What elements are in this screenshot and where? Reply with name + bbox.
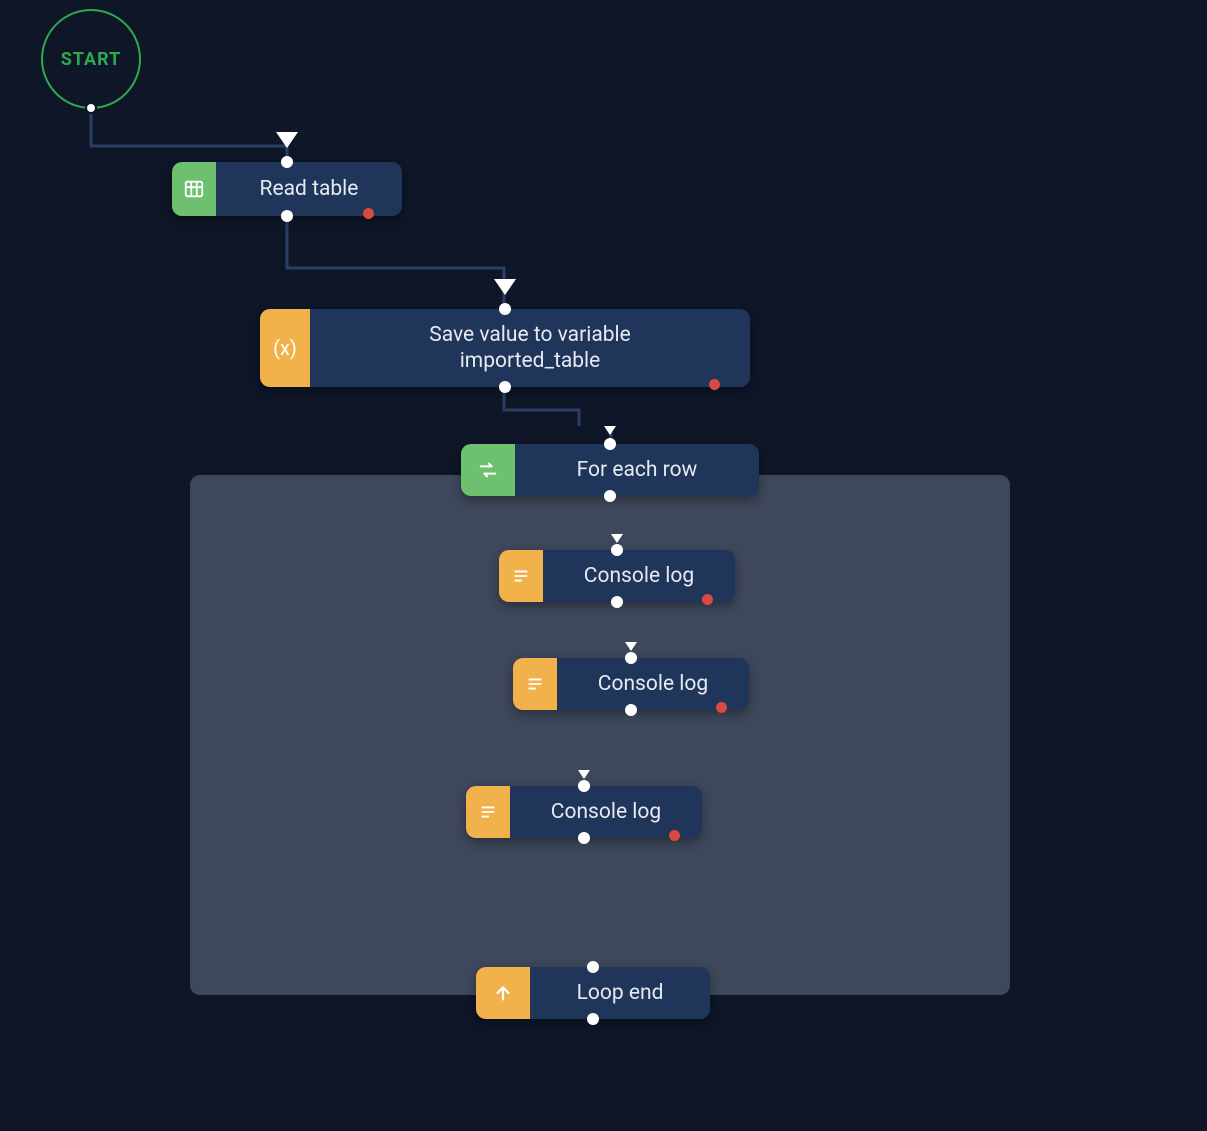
port-in[interactable]: [499, 303, 511, 315]
port-in[interactable]: [578, 780, 590, 792]
breakpoint-dot[interactable]: [363, 208, 374, 219]
port-out[interactable]: [587, 1013, 599, 1025]
node-label: Console log: [551, 799, 661, 825]
node-console-log-2[interactable]: Console log: [513, 658, 749, 710]
port-in-arrow: [604, 426, 616, 435]
arrow-up-icon: [476, 967, 530, 1019]
start-label: START: [61, 49, 122, 70]
node-label: Save value to variable imported_table: [429, 322, 631, 375]
port-in-arrow: [578, 770, 590, 779]
lines-icon: [513, 658, 557, 710]
node-label: Read table: [260, 176, 359, 202]
port-in-arrow: [625, 642, 637, 651]
port-in[interactable]: [587, 961, 599, 973]
table-icon: [172, 162, 216, 216]
port-out[interactable]: [499, 381, 511, 393]
start-node[interactable]: START: [41, 9, 141, 109]
node-label: For each row: [577, 457, 698, 483]
node-console-log-1[interactable]: Console log: [499, 550, 735, 602]
node-save-variable[interactable]: (x) Save value to variable imported_tabl…: [260, 309, 750, 387]
node-label: Console log: [598, 671, 708, 697]
variable-icon: (x): [260, 309, 310, 387]
port-out[interactable]: [604, 490, 616, 502]
lines-icon: [466, 786, 510, 838]
port-in-arrow: [611, 534, 623, 543]
breakpoint-dot[interactable]: [669, 830, 680, 841]
node-for-each-row[interactable]: For each row: [461, 444, 759, 496]
port-in[interactable]: [611, 544, 623, 556]
port-in-arrow: [276, 132, 298, 148]
lines-icon: [499, 550, 543, 602]
port-in[interactable]: [604, 438, 616, 450]
port-in-arrow: [494, 279, 516, 295]
port-in[interactable]: [625, 652, 637, 664]
port-out[interactable]: [611, 596, 623, 608]
node-console-log-3[interactable]: Console log: [466, 786, 702, 838]
port-out[interactable]: [85, 102, 97, 114]
breakpoint-dot[interactable]: [709, 379, 720, 390]
breakpoint-dot[interactable]: [702, 594, 713, 605]
node-label: Console log: [584, 563, 694, 589]
port-in[interactable]: [281, 156, 293, 168]
node-label: Loop end: [577, 980, 664, 1006]
port-out[interactable]: [625, 704, 637, 716]
flow-canvas[interactable]: START Read table (x) Save value to varia…: [0, 0, 1207, 1131]
node-read-table[interactable]: Read table: [172, 162, 402, 216]
node-loop-end[interactable]: Loop end: [476, 967, 710, 1019]
breakpoint-dot[interactable]: [716, 702, 727, 713]
port-out[interactable]: [578, 832, 590, 844]
loop-icon: [461, 444, 515, 496]
port-out[interactable]: [281, 210, 293, 222]
